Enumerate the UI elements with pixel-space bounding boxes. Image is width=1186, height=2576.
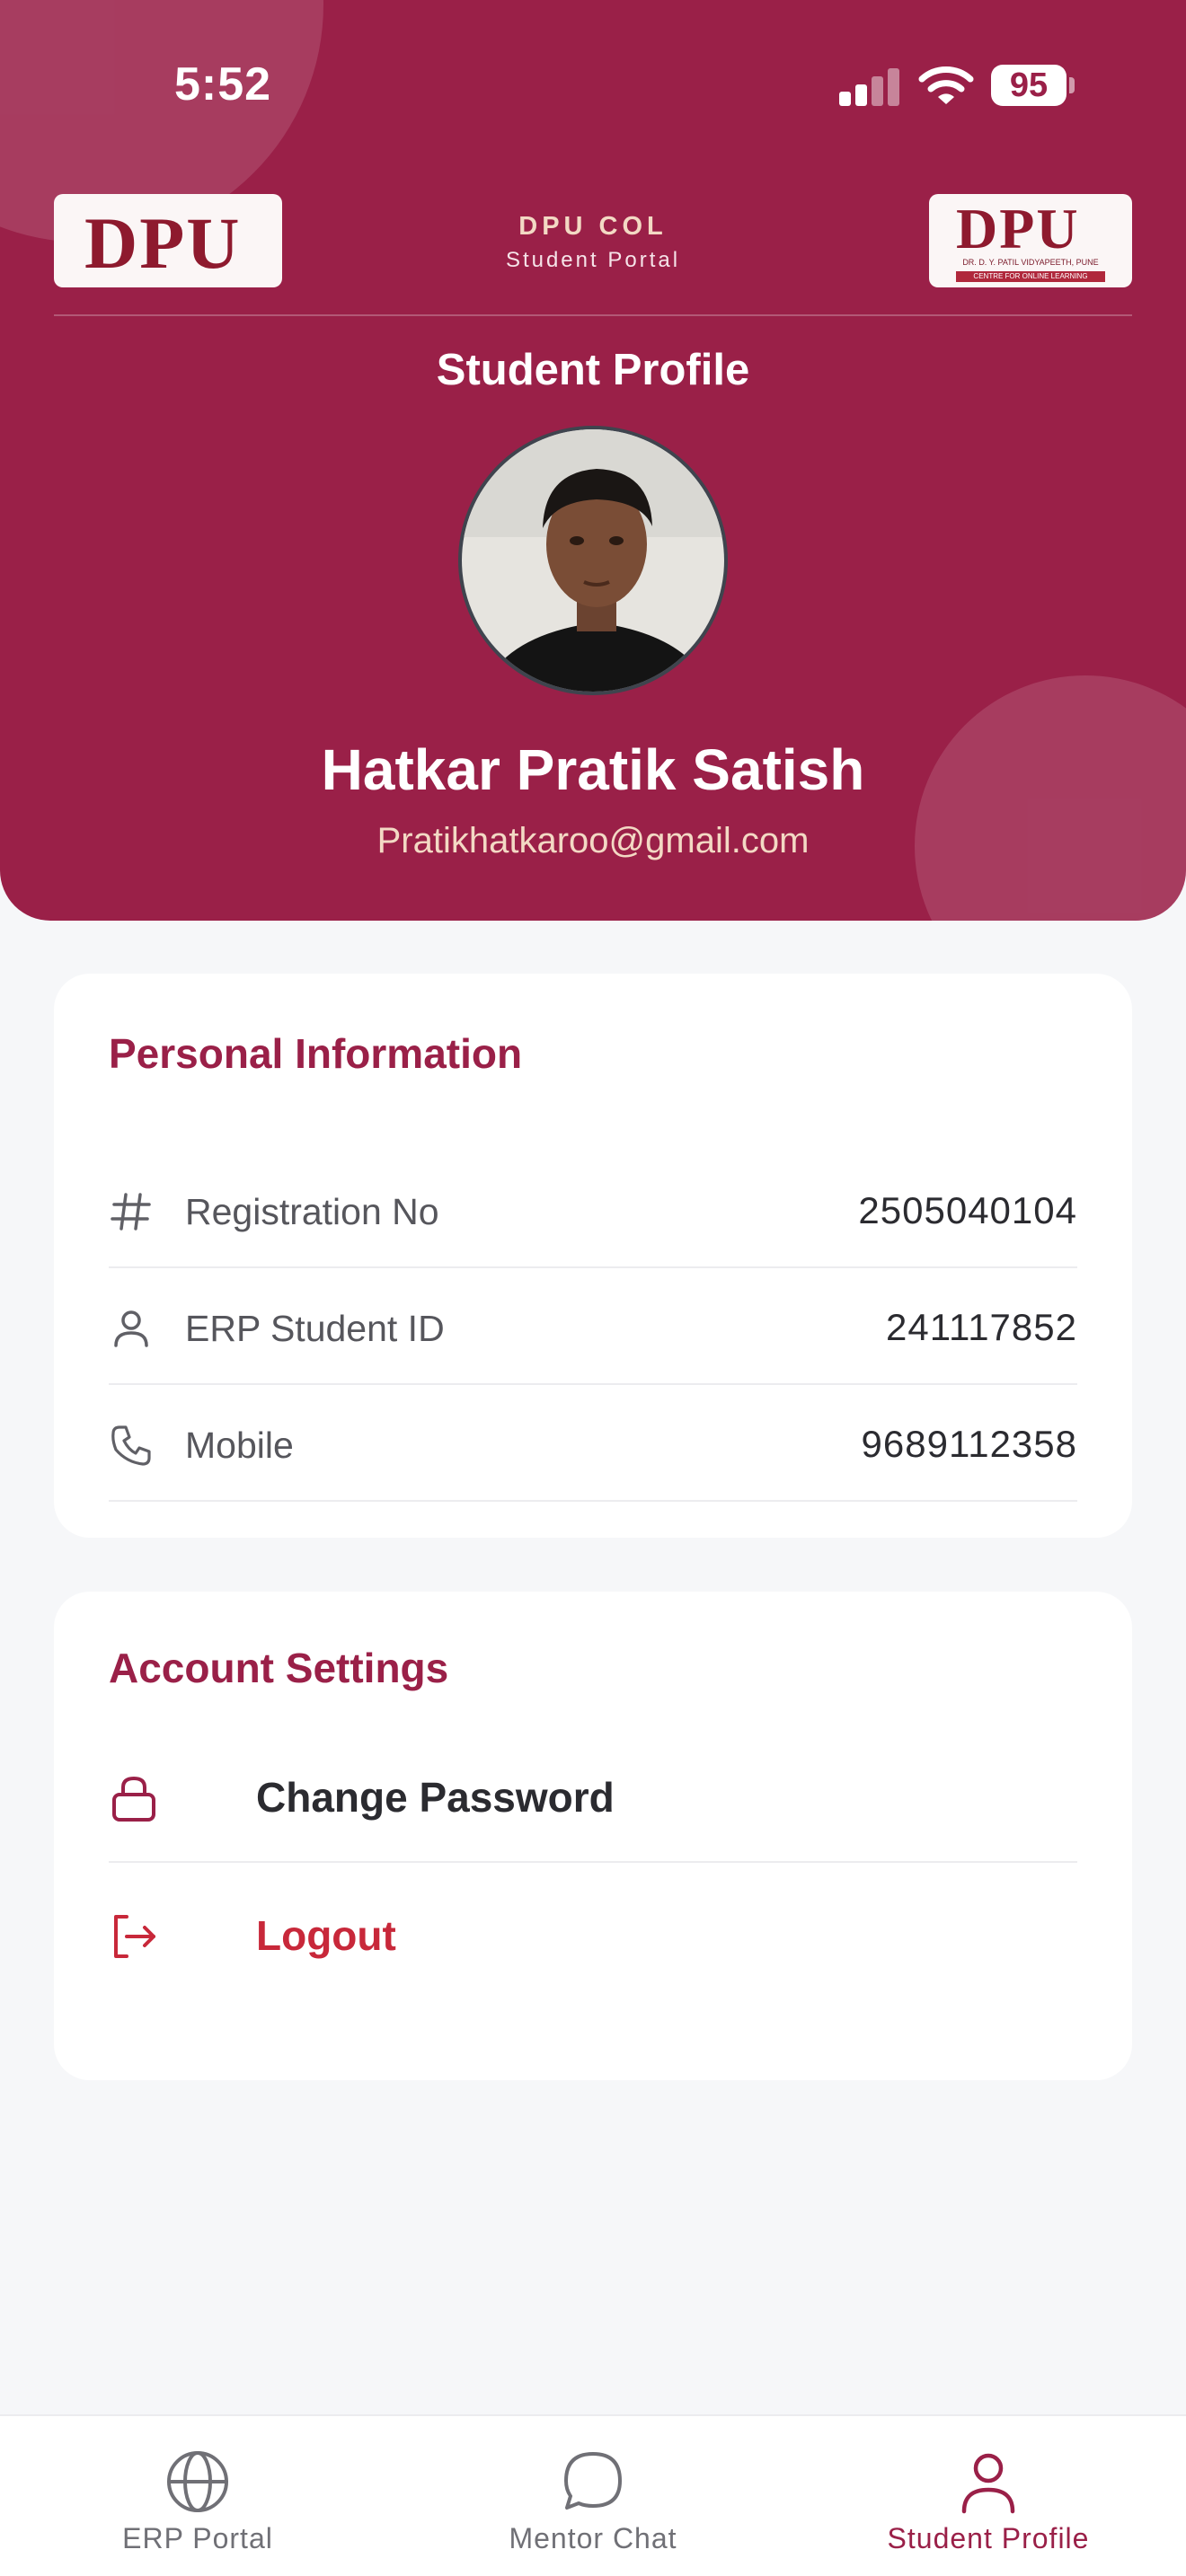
- lock-icon: [112, 1777, 155, 1822]
- card-title: Account Settings: [109, 1645, 449, 1691]
- battery-tip: [1069, 77, 1075, 93]
- bottom-tab-bar: ERP Portal Mentor Chat Student Profile: [0, 2414, 1186, 2576]
- avatar-photo: [462, 429, 724, 692]
- tab-student-profile[interactable]: Student Profile: [791, 2416, 1186, 2576]
- info-value: 9689112358: [861, 1423, 1077, 1465]
- info-value: 241117852: [886, 1306, 1077, 1348]
- info-row-registration: Registration No 2505040104: [109, 1151, 1077, 1268]
- brand-subtitle: Student Portal: [505, 248, 681, 272]
- user-icon: [114, 1310, 148, 1347]
- logout-icon: [114, 1915, 155, 1958]
- hash-icon: [111, 1193, 151, 1231]
- change-password-label: Change Password: [256, 1774, 615, 1821]
- tab-label: Mentor Chat: [509, 2522, 677, 2554]
- dpu-col-logo-text: DPU: [956, 197, 1080, 260]
- tab-label: Student Profile: [887, 2522, 1090, 2554]
- brand-title: DPU COL: [518, 212, 668, 241]
- phone-icon: [111, 1425, 151, 1466]
- header-divider: [54, 314, 1132, 316]
- status-bar: 5:52 95: [0, 0, 1186, 171]
- wifi-icon: [918, 66, 974, 104]
- dpu-logo: DPU: [54, 194, 282, 287]
- user-icon: [961, 2453, 1015, 2514]
- account-settings-card: Account Settings Change Password Logout: [54, 1592, 1132, 2080]
- dpu-logo-text: DPU: [84, 202, 242, 284]
- info-value: 2505040104: [858, 1189, 1077, 1231]
- user-name: Hatkar Pratik Satish: [321, 737, 865, 802]
- change-password-button[interactable]: Change Password: [109, 1728, 1077, 1863]
- chat-bubble-icon: [564, 2452, 622, 2510]
- info-row-erp-student-id: ERP Student ID 241117852: [109, 1268, 1077, 1385]
- tab-mentor-chat[interactable]: Mentor Chat: [395, 2416, 791, 2576]
- avatar: [458, 426, 728, 695]
- dpu-col-logo: DPU DR. D. Y. PATIL VIDYAPEETH, PUNE CEN…: [929, 194, 1132, 287]
- info-label: Registration No: [185, 1191, 439, 1232]
- logout-label: Logout: [256, 1912, 396, 1959]
- tab-erp-portal[interactable]: ERP Portal: [0, 2416, 395, 2576]
- logout-button[interactable]: Logout: [109, 1866, 1077, 2001]
- card-title: Personal Information: [109, 1030, 523, 1077]
- profile-header: 5:52 95 DPU DPU COL Student Portal DPU D…: [0, 0, 1186, 921]
- status-time: 5:52: [174, 58, 272, 110]
- info-row-mobile: Mobile 9689112358: [109, 1385, 1077, 1502]
- tab-label: ERP Portal: [122, 2522, 273, 2554]
- dpu-col-logo-band: CENTRE FOR ONLINE LEARNING: [956, 271, 1105, 282]
- user-email: Pratikhatkaroo@gmail.com: [376, 821, 810, 860]
- battery-icon: 95: [991, 65, 1067, 106]
- personal-information-card: Personal Information Registration No 250…: [54, 974, 1132, 1538]
- info-label: Mobile: [185, 1425, 294, 1466]
- page-title: Student Profile: [436, 346, 750, 394]
- dpu-col-logo-line: DR. D. Y. PATIL VIDYAPEETH, PUNE: [962, 258, 1099, 267]
- info-label: ERP Student ID: [185, 1308, 445, 1349]
- globe-icon: [167, 2451, 228, 2512]
- cellular-signal-icon: [839, 66, 902, 106]
